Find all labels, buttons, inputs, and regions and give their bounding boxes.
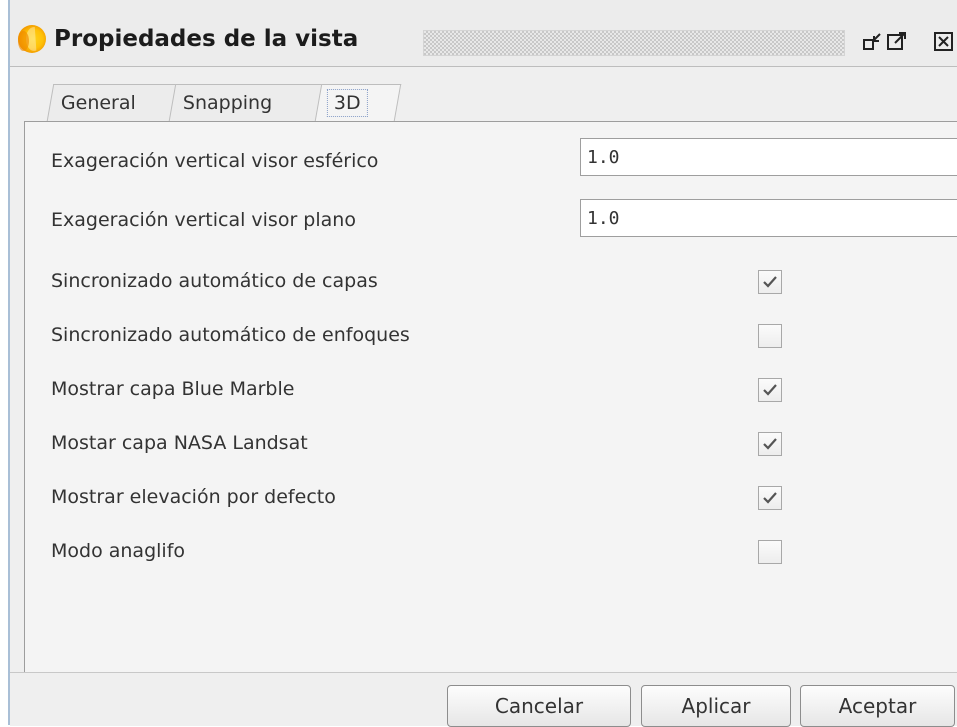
checkmark-icon: [763, 276, 777, 288]
tab-general-label: General: [60, 92, 136, 114]
nasa-landsat-label: Mostar capa NASA Landsat: [51, 432, 308, 454]
spherical-exaggeration-input[interactable]: [580, 138, 957, 176]
default-elevation-label: Mostrar elevación por defecto: [51, 486, 336, 508]
sync-layers-label: Sincronizado automático de capas: [51, 270, 378, 292]
blue-marble-checkbox[interactable]: [758, 378, 782, 402]
spherical-exaggeration-label: Exageración vertical visor esférico: [51, 150, 379, 172]
view-properties-dialog: Propiedades de la vista General Snapping…: [10, 0, 957, 727]
sync-layers-checkbox[interactable]: [758, 270, 782, 294]
window-title: Propiedades de la vista: [54, 26, 359, 52]
tab-snapping-label: Snapping: [182, 92, 273, 114]
title-bar-grip[interactable]: [423, 30, 845, 56]
blue-marble-label: Mostrar capa Blue Marble: [51, 378, 295, 400]
tab-general[interactable]: General: [46, 84, 180, 121]
anaglyph-mode-checkbox[interactable]: [758, 540, 782, 564]
nasa-landsat-checkbox[interactable]: [758, 432, 782, 456]
maximize-icon[interactable]: [886, 30, 908, 52]
app-logo-icon: [18, 25, 46, 53]
tab-3d-label: 3D: [326, 89, 368, 117]
tab-snapping[interactable]: Snapping: [168, 84, 324, 121]
tab-panel-3d: Exageración vertical visor esférico Exag…: [24, 121, 957, 674]
checkmark-icon: [763, 492, 777, 504]
cancel-button[interactable]: Cancelar: [447, 685, 631, 727]
accept-button[interactable]: Aceptar: [800, 685, 955, 727]
default-elevation-checkbox[interactable]: [758, 486, 782, 510]
title-bar[interactable]: Propiedades de la vista: [10, 0, 957, 67]
dialog-footer: Cancelar Aplicar Aceptar: [10, 672, 957, 727]
checkmark-icon: [763, 438, 777, 450]
sync-focus-label: Sincronizado automático de enfoques: [51, 324, 410, 346]
tab-bar: General Snapping 3D: [22, 84, 957, 122]
checkmark-icon: [763, 384, 777, 396]
tab-3d[interactable]: 3D: [314, 84, 402, 121]
apply-button[interactable]: Aplicar: [641, 685, 791, 727]
minimize-icon[interactable]: [862, 30, 884, 52]
anaglyph-mode-label: Modo anaglifo: [51, 540, 186, 562]
sync-focus-checkbox[interactable]: [758, 324, 782, 348]
close-icon[interactable]: [933, 30, 955, 52]
flat-exaggeration-input[interactable]: [580, 199, 957, 237]
left-window-edge: [0, 0, 10, 725]
flat-exaggeration-label: Exageración vertical visor plano: [51, 209, 356, 231]
